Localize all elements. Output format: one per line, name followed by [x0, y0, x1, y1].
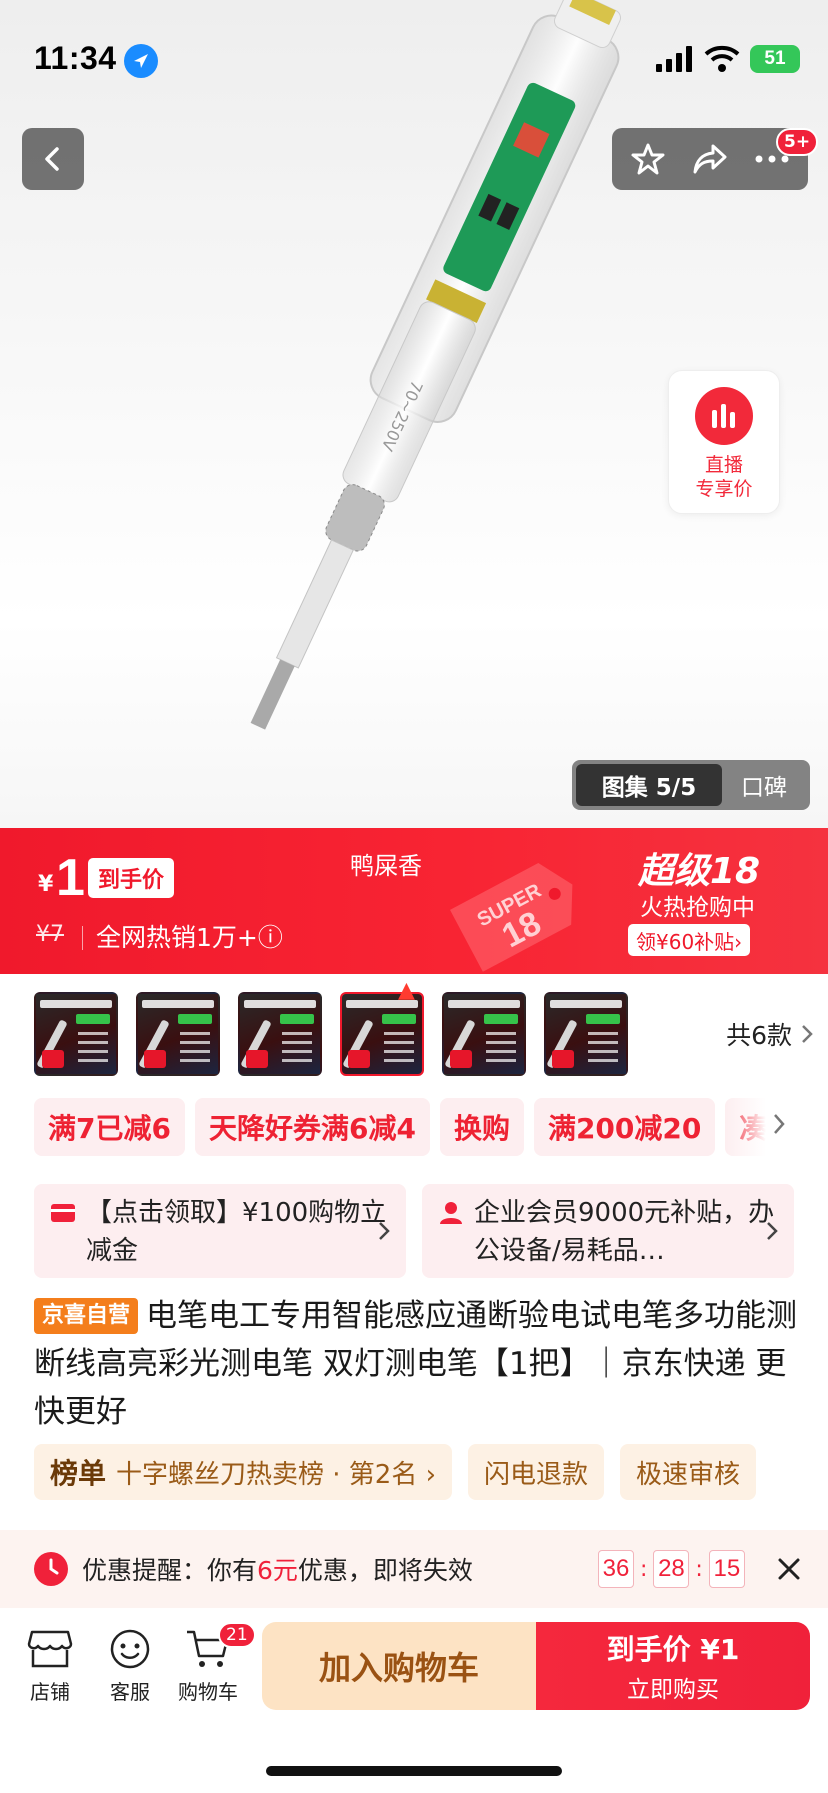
- battery-icon: 51: [750, 45, 800, 73]
- home-indicator: [266, 1766, 562, 1776]
- cart-count-badge: 21: [218, 1622, 256, 1648]
- promo-chip[interactable]: 换购: [439, 1098, 524, 1156]
- buy-now-price: 到手价 ¥1: [606, 1633, 740, 1666]
- variant-selector: ▲ 共6款: [34, 978, 814, 1078]
- nav-service[interactable]: 客服: [94, 1628, 166, 1705]
- price-currency: ¥: [38, 872, 54, 897]
- live-bars-icon: [695, 387, 753, 445]
- divider: [82, 926, 83, 950]
- countdown-separator: :: [640, 1556, 648, 1582]
- benefit-text: 【点击领取】¥100购物立减金: [86, 1198, 387, 1266]
- promo-chip[interactable]: 满7已减6: [34, 1098, 185, 1156]
- gallery-tab-reviews[interactable]: 口碑: [722, 768, 806, 802]
- reminder-text: 优惠提醒：你有6元优惠，即将失效: [82, 1551, 473, 1587]
- live-label-2: 专享价: [695, 478, 753, 500]
- live-label-1: 直播: [704, 454, 743, 476]
- chevron-right-icon: [767, 1222, 778, 1240]
- nav-store[interactable]: 店铺: [14, 1628, 86, 1705]
- nav-cart[interactable]: 21 购物车: [172, 1622, 256, 1705]
- variant-thumb[interactable]: [238, 992, 322, 1076]
- countdown-timer: 36 : 28 : 15: [598, 1550, 745, 1588]
- price-banner: ¥ 1 到手价 ¥7 全网热销1万+ⓘ 鸭屎香 SUPER 18 超级18 火热…: [0, 828, 828, 974]
- chevron-left-icon: [45, 147, 59, 171]
- variant-name: 鸭屎香: [350, 852, 422, 880]
- variant-thumb[interactable]: [136, 992, 220, 1076]
- buy-now-label: 立即购买: [627, 1677, 719, 1703]
- chevron-right-icon: [802, 1025, 813, 1043]
- more-icon[interactable]: [754, 154, 790, 164]
- original-price: ¥7: [36, 922, 64, 947]
- gallery-tab-images[interactable]: 图集 5/5: [576, 764, 722, 806]
- variant-thumb[interactable]: [442, 992, 526, 1076]
- super18-title: 超级18: [638, 851, 761, 892]
- final-price-tag: 到手价: [88, 858, 175, 898]
- live-exclusive-price-card[interactable]: 直播 专享价: [668, 370, 780, 514]
- buy-now-button[interactable]: 到手价 ¥1 立即购买: [536, 1622, 810, 1710]
- countdown-hours: 36: [598, 1550, 634, 1588]
- self-operated-tag: 京喜自营: [34, 1298, 139, 1334]
- countdown-seconds: 15: [708, 1550, 745, 1588]
- rank-row: 榜单 十字螺丝刀热卖榜 · 第2名 › 闪电退款 极速审核: [34, 1444, 828, 1500]
- variant-thumb-selected[interactable]: [340, 992, 424, 1076]
- service-tag[interactable]: 闪电退款: [468, 1444, 605, 1500]
- service-tag[interactable]: 极速审核: [620, 1444, 757, 1500]
- reminder-amount: 6元: [257, 1556, 298, 1585]
- wifi-icon: [704, 45, 740, 72]
- store-icon: [27, 1630, 73, 1668]
- card-icon: [51, 1204, 75, 1222]
- variant-thumb[interactable]: [544, 992, 628, 1076]
- reminder-suffix: 优惠，即将失效: [297, 1556, 473, 1585]
- product-title: 京喜自营 电笔电工专用智能感应通断验电试电笔多功能测断线高亮彩光测电笔 双灯测电笔…: [34, 1292, 800, 1436]
- favorite-star-icon[interactable]: [630, 141, 666, 177]
- discount-reminder-bar: 优惠提醒：你有6元优惠，即将失效 36 : 28 : 15: [0, 1530, 828, 1608]
- rank-card[interactable]: 榜单 十字螺丝刀热卖榜 · 第2名 ›: [34, 1444, 453, 1500]
- message-badge: 5+: [776, 128, 819, 156]
- chevron-right-icon[interactable]: [772, 1112, 786, 1136]
- person-icon: [440, 1202, 462, 1224]
- product-image-area[interactable]: 70~250V 11:34 51 5+ 直播 专享价 图集 5/5 口碑: [0, 0, 828, 828]
- promo-chips: 满7已减6天降好券满6减4换购满200减20凑单: [34, 1098, 794, 1156]
- status-bar: 11:34 51: [0, 0, 828, 110]
- nav-service-label: 客服: [110, 1680, 150, 1704]
- close-icon[interactable]: [772, 1552, 806, 1586]
- status-time: 11:34: [34, 40, 117, 76]
- clock-icon: [34, 1552, 68, 1586]
- variant-count-button[interactable]: 共6款: [726, 1016, 814, 1052]
- customer-service-icon: [110, 1629, 150, 1669]
- sales-info[interactable]: 全网热销1万+ⓘ: [96, 918, 283, 954]
- share-icon[interactable]: [691, 142, 729, 176]
- gallery-switch: 图集 5/5 口碑: [572, 760, 810, 810]
- rank-text: 十字螺丝刀热卖榜 · 第2名 ›: [116, 1459, 437, 1490]
- super18-tag-icon: SUPER 18: [450, 862, 573, 972]
- countdown-minutes: 28: [653, 1550, 690, 1588]
- add-to-cart-button[interactable]: 加入购物车: [262, 1622, 536, 1710]
- promo-chip[interactable]: 天降好券满6减4: [194, 1098, 430, 1156]
- rank-label: 榜单: [50, 1457, 107, 1490]
- chevron-right-icon: [379, 1222, 390, 1240]
- product-title-text: 电笔电工专用智能感应通断验电试电笔多功能测断线高亮彩光测电笔 双灯测电笔【1把】…: [34, 1298, 798, 1430]
- variant-thumb[interactable]: [34, 992, 118, 1076]
- promo-chip[interactable]: 满200减20: [533, 1098, 716, 1156]
- reminder-prefix: 优惠提醒：你有: [82, 1556, 258, 1585]
- nav-store-label: 店铺: [30, 1680, 70, 1704]
- subsidy-coupon-button[interactable]: 领¥60补贴›: [628, 924, 751, 956]
- signal-icon: [656, 46, 692, 72]
- location-arrow-icon: [124, 44, 158, 78]
- benefit-card-enterprise[interactable]: 企业会员9000元补贴，办公设备/易耗品…: [422, 1184, 794, 1278]
- final-price: 1: [56, 849, 85, 907]
- countdown-separator: :: [695, 1556, 703, 1582]
- nav-cart-label: 购物车: [178, 1680, 238, 1704]
- hot-flame-icon: ▲: [398, 978, 415, 1003]
- hot-sale-text: 火热抢购中: [640, 895, 755, 921]
- benefit-text: 企业会员9000元补贴，办公设备/易耗品…: [474, 1198, 775, 1266]
- bottom-action-bar: 店铺 客服 21 购物车 加入购物车 到手价 ¥1 立即购买: [0, 1608, 828, 1793]
- variant-count-label: 共6款: [726, 1021, 792, 1050]
- benefit-card-coupon[interactable]: 【点击领取】¥100购物立减金: [34, 1184, 406, 1278]
- back-button[interactable]: [22, 128, 84, 190]
